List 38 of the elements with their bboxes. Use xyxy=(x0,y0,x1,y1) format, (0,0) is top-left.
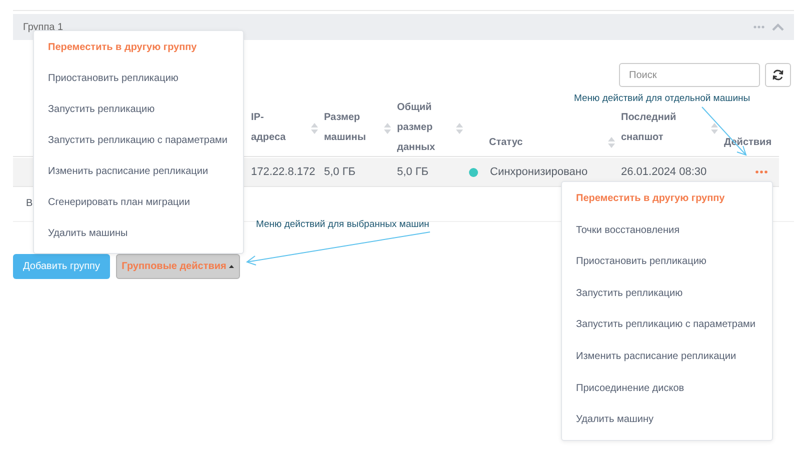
menu-item[interactable]: Приостановить репликацию xyxy=(562,246,772,278)
table-cell: 26.01.2024 08:30 xyxy=(621,166,707,178)
column-header[interactable]: IP-адреса xyxy=(251,100,324,156)
menu-item[interactable]: Запустить репликацию с параметрами xyxy=(562,309,772,341)
sort-icon[interactable] xyxy=(311,122,318,134)
table-cell: 172.22.8.172 xyxy=(251,166,316,178)
menu-item[interactable]: Запустить репликацию xyxy=(34,94,243,125)
sort-icon[interactable] xyxy=(608,137,615,148)
menu-item[interactable]: Точки восстановления xyxy=(562,214,772,246)
table-cell: 5,0 ГБ xyxy=(324,166,356,178)
chevron-up-icon[interactable] xyxy=(772,23,784,31)
annotation-label: Меню действий для отдельной машины xyxy=(574,93,750,104)
sort-icon[interactable] xyxy=(711,122,718,134)
menu-item[interactable]: Изменить расписание репликации xyxy=(34,156,243,187)
caret-icon xyxy=(229,265,234,268)
menu-item[interactable]: Удалить машины xyxy=(34,218,243,249)
menu-item[interactable]: Сгенерировать план миграции xyxy=(34,187,243,218)
group-title: Группа 1 xyxy=(23,22,64,32)
menu-item[interactable]: Запустить репликацию xyxy=(562,278,772,310)
more-icon[interactable] xyxy=(754,170,768,174)
menu-item[interactable]: Запустить репликацию с параметрами xyxy=(34,125,243,156)
menu-item[interactable]: Изменить расписание репликации xyxy=(562,340,772,373)
column-header[interactable]: Размер машины xyxy=(324,100,397,156)
more-icon[interactable] xyxy=(753,25,765,29)
table-cell: 5,0 ГБ xyxy=(397,166,429,178)
table-footer-text: В xyxy=(26,198,33,209)
column-header[interactable]: Общий размер данных xyxy=(397,100,469,156)
menu-item[interactable]: Присоединение дисков xyxy=(562,372,772,404)
refresh-icon xyxy=(772,69,784,81)
sort-icon[interactable] xyxy=(456,122,463,134)
group-header[interactable]: Группа 1 xyxy=(13,14,794,40)
sort-icon[interactable] xyxy=(384,122,391,134)
table-cell: Синхронизировано xyxy=(490,166,588,178)
menu-item[interactable]: Удалить машину xyxy=(562,404,772,436)
menu-item[interactable]: Приостановить репликацию xyxy=(34,63,243,94)
refresh-button[interactable] xyxy=(765,63,791,87)
search-field[interactable]: Поиск xyxy=(619,63,760,87)
annotation-label: Меню действий для выбранных машин xyxy=(256,219,430,230)
